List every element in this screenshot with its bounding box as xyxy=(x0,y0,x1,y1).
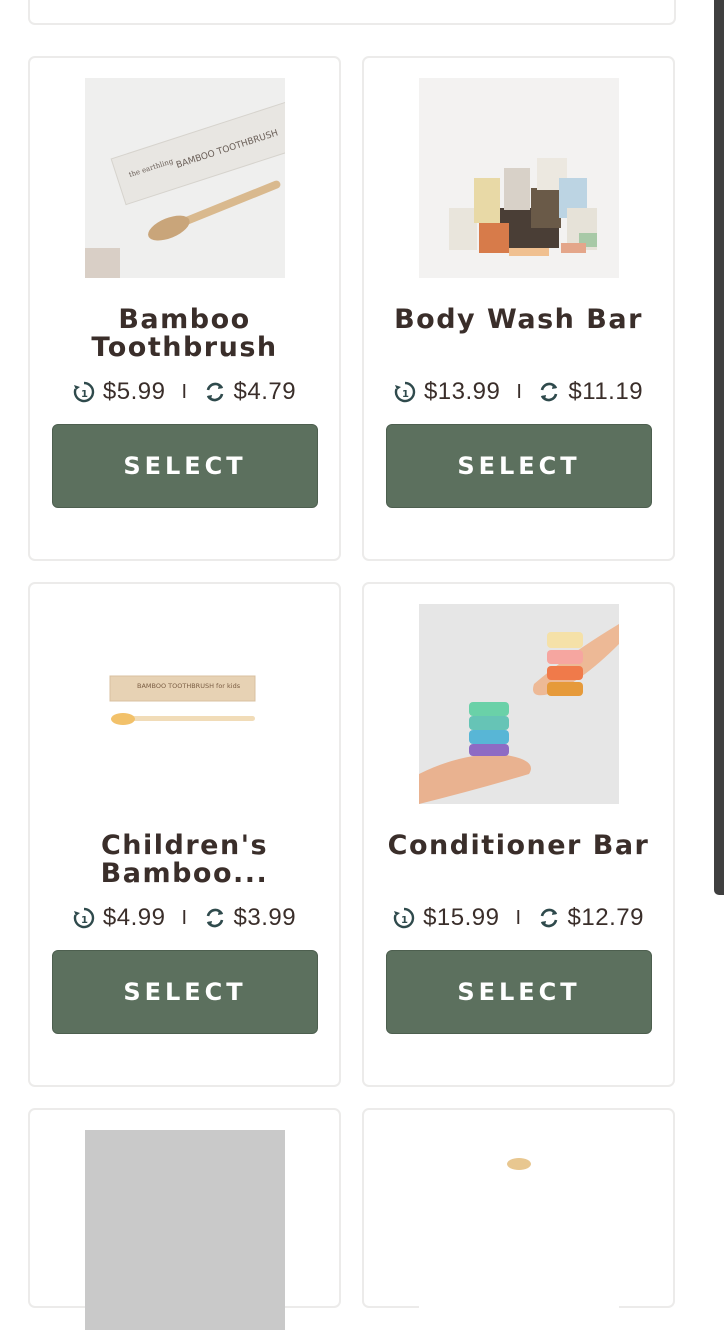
svg-text:1: 1 xyxy=(402,389,409,400)
product-title[interactable]: Body Wash Bar xyxy=(384,306,653,334)
product-card-partial xyxy=(28,1108,341,1330)
subscribe-price: $3.99 xyxy=(233,904,297,931)
product-image[interactable]: BAMBOO TOOTHBRUSH for kids xyxy=(85,604,285,804)
one-time-price: $5.99 xyxy=(102,378,166,405)
subscribe-refresh-icon xyxy=(206,908,223,928)
one-time-purchase-icon: 1 xyxy=(394,381,416,403)
product-card: Body Wash Bar 1 $13.99 I $11.19 SELECT xyxy=(362,56,675,561)
select-button[interactable]: SELECT xyxy=(386,424,652,508)
subscribe-price: $4.79 xyxy=(233,378,297,405)
price-row: 1 $15.99 I $12.79 xyxy=(364,904,673,932)
price-row: 1 $4.99 I $3.99 xyxy=(30,904,339,932)
price-separator: I xyxy=(181,380,188,403)
subscribe-refresh-icon xyxy=(206,382,223,402)
product-image[interactable] xyxy=(419,604,619,804)
price-separator: I xyxy=(516,380,523,403)
price-row: 1 $5.99 I $4.79 xyxy=(30,378,339,406)
product-card: Conditioner Bar 1 $15.99 I $12.79 SELECT xyxy=(362,582,675,1087)
product-title[interactable]: Conditioner Bar xyxy=(384,832,653,860)
product-image[interactable]: BAMBOO TOOTHBRUSH the earthling xyxy=(85,78,285,278)
subscribe-price: $12.79 xyxy=(567,904,644,931)
one-time-purchase-icon: 1 xyxy=(73,907,95,929)
price-separator: I xyxy=(181,906,188,929)
select-button[interactable]: SELECT xyxy=(52,950,318,1034)
select-button[interactable]: SELECT xyxy=(386,950,652,1034)
subscribe-refresh-icon xyxy=(541,382,558,402)
one-time-purchase-icon: 1 xyxy=(393,907,415,929)
product-image[interactable] xyxy=(419,1130,619,1330)
svg-text:1: 1 xyxy=(81,389,88,400)
subscribe-price: $11.19 xyxy=(568,378,644,405)
scrollbar[interactable] xyxy=(714,0,724,895)
select-button[interactable]: SELECT xyxy=(52,424,318,508)
product-card: BAMBOO TOOTHBRUSH for kids Children's Ba… xyxy=(28,582,341,1087)
product-image[interactable] xyxy=(419,78,619,278)
svg-text:1: 1 xyxy=(401,915,408,926)
product-card-partial xyxy=(362,1108,675,1330)
product-image[interactable] xyxy=(85,1130,285,1330)
one-time-price: $13.99 xyxy=(423,378,501,405)
one-time-price: $15.99 xyxy=(423,904,500,931)
svg-text:1: 1 xyxy=(81,915,88,926)
product-title[interactable]: Bamboo Toothbrush xyxy=(50,306,319,362)
price-separator: I xyxy=(515,906,522,929)
product-title[interactable]: Children's Bamboo... xyxy=(50,832,319,888)
product-card-partial xyxy=(28,0,676,25)
one-time-purchase-icon: 1 xyxy=(73,381,95,403)
svg-text:BAMBOO TOOTHBRUSH for kids: BAMBOO TOOTHBRUSH for kids xyxy=(137,682,241,690)
price-row: 1 $13.99 I $11.19 xyxy=(364,378,673,406)
subscribe-refresh-icon xyxy=(540,908,557,928)
one-time-price: $4.99 xyxy=(102,904,166,931)
product-card: BAMBOO TOOTHBRUSH the earthling Bamboo T… xyxy=(28,56,341,561)
